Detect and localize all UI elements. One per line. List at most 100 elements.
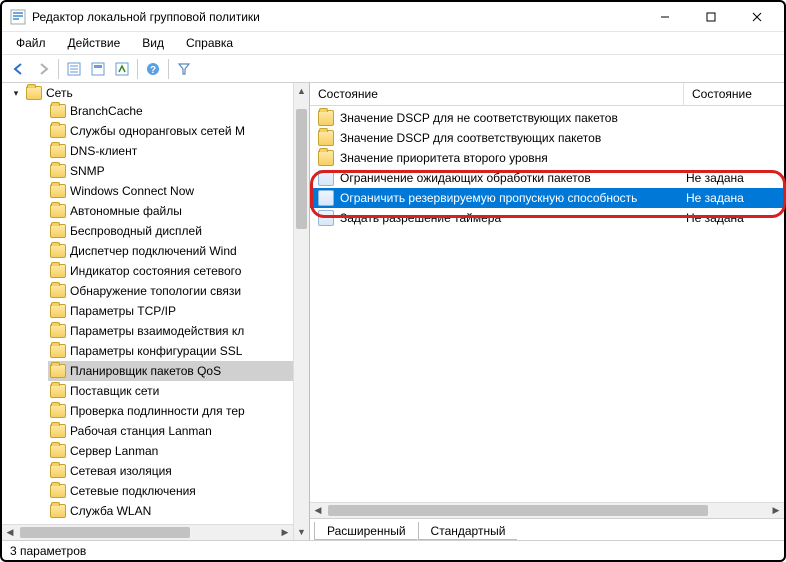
toolbar-properties-icon[interactable] <box>87 58 109 80</box>
list-row[interactable]: Значение DSCP для не соответствующих пак… <box>310 108 784 128</box>
tree-item-label: Поставщик сети <box>70 382 159 400</box>
scroll-right-icon[interactable]: ▶ <box>768 503 784 518</box>
tree-item-label: Служба WLAN <box>70 502 151 520</box>
close-button[interactable] <box>734 2 780 32</box>
folder-icon <box>50 284 66 298</box>
tree-item[interactable]: Сетевые подключения <box>48 481 309 501</box>
tree-item[interactable]: SNMP <box>48 161 309 181</box>
tree-item-label: DNS-клиент <box>70 142 137 160</box>
tree-item[interactable]: ▸Службы одноранговых сетей М <box>48 121 309 141</box>
tree-item[interactable]: Беспроводный дисплей <box>48 221 309 241</box>
minimize-button[interactable] <box>642 2 688 32</box>
tree-item[interactable]: Сервер Lanman <box>48 441 309 461</box>
menu-action[interactable]: Действие <box>60 34 129 52</box>
column-state[interactable]: Состояние <box>684 83 784 105</box>
tree-root[interactable]: ▾Сеть <box>26 85 309 101</box>
list-row-label: Значение приоритета второго уровня <box>340 151 686 165</box>
tree-item-label: Параметры взаимодействия кл <box>70 322 244 340</box>
menu-view[interactable]: Вид <box>134 34 172 52</box>
tree-item[interactable]: Сетевая изоляция <box>48 461 309 481</box>
list-row[interactable]: Значение приоритета второго уровня <box>310 148 784 168</box>
list-header: Состояние Состояние <box>310 83 784 106</box>
list-row-label: Значение DSCP для не соответствующих пак… <box>340 111 686 125</box>
titlebar: Редактор локальной групповой политики <box>2 2 784 32</box>
list-pane: Состояние Состояние Значение DSCP для не… <box>310 83 784 540</box>
column-name[interactable]: Состояние <box>310 83 684 105</box>
tree-item-label: Диспетчер подключений Wind <box>70 242 237 260</box>
tree-item[interactable]: Обнаружение топологии связи <box>48 281 309 301</box>
tree-item-label: SNMP <box>70 162 105 180</box>
folder-icon <box>50 504 66 518</box>
maximize-button[interactable] <box>688 2 734 32</box>
tree-item-label: Рабочая станция Lanman <box>70 422 212 440</box>
policy-icon <box>318 190 334 206</box>
tree-item[interactable]: Параметры взаимодействия кл <box>48 321 309 341</box>
tree-item[interactable]: Параметры конфигурации SSL <box>48 341 309 361</box>
toolbar-filter-icon[interactable] <box>173 58 195 80</box>
list-row-label: Ограничение ожидающих обработки пакетов <box>340 171 686 185</box>
toolbar-help-icon[interactable]: ? <box>142 58 164 80</box>
menu-file[interactable]: Файл <box>8 34 54 52</box>
tree-item[interactable]: Поставщик сети <box>48 381 309 401</box>
tree-vscroll-thumb[interactable] <box>296 109 307 229</box>
tree-item-label: Планировщик пакетов QoS <box>70 362 221 380</box>
tree-hscroll[interactable]: ◀ ▶ <box>2 524 293 540</box>
toolbar-export-icon[interactable] <box>111 58 133 80</box>
tree-item[interactable]: Windows Connect Now <box>48 181 309 201</box>
tree-hscroll-thumb[interactable] <box>20 527 190 538</box>
list-hscroll[interactable]: ◀ ▶ <box>310 502 784 518</box>
list-row[interactable]: Ограничение ожидающих обработки пакетовН… <box>310 168 784 188</box>
tree-item[interactable]: ▸Служба WLAN <box>48 501 309 521</box>
tree-item-label: Параметры TCP/IP <box>70 302 176 320</box>
tab-standard[interactable]: Стандартный <box>418 522 518 540</box>
list-row-state: Не задана <box>686 171 778 185</box>
scroll-left-icon[interactable]: ◀ <box>310 503 326 518</box>
folder-icon <box>50 404 66 418</box>
content-area: ▾СетьBranchCache▸Службы одноранговых сет… <box>2 83 784 540</box>
tree-item[interactable]: Диспетчер подключений Wind <box>48 241 309 261</box>
folder-icon <box>318 110 334 126</box>
tree-item[interactable]: DNS-клиент <box>48 141 309 161</box>
folder-icon <box>26 86 42 100</box>
tree-item[interactable]: Индикатор состояния сетевого <box>48 261 309 281</box>
tree-item[interactable]: Рабочая станция Lanman <box>48 421 309 441</box>
folder-icon <box>50 124 66 138</box>
tree-item-label: BranchCache <box>70 102 143 120</box>
toolbar-list-icon[interactable] <box>63 58 85 80</box>
svg-text:?: ? <box>150 65 156 76</box>
tree-item[interactable]: ▸Параметры TCP/IP <box>48 301 309 321</box>
tree-vscroll[interactable]: ▲ ▼ <box>293 83 309 540</box>
list-row-state: Не задана <box>686 211 778 225</box>
tree-item-label: Службы одноранговых сетей М <box>70 122 245 140</box>
tree-item-label: Обнаружение топологии связи <box>70 282 241 300</box>
chevron-down-icon[interactable]: ▾ <box>10 87 22 99</box>
list-hscroll-thumb[interactable] <box>328 505 708 516</box>
tree-pane: ▾СетьBranchCache▸Службы одноранговых сет… <box>2 83 310 540</box>
forward-button[interactable] <box>32 58 54 80</box>
folder-icon <box>50 184 66 198</box>
tree-item[interactable]: Планировщик пакетов QoS <box>48 361 309 381</box>
tree-item-label: Индикатор состояния сетевого <box>70 262 241 280</box>
tree-item-label: Автономные файлы <box>70 202 182 220</box>
scroll-left-icon[interactable]: ◀ <box>2 525 18 540</box>
list-row-state: Не задана <box>686 191 778 205</box>
scroll-up-icon[interactable]: ▲ <box>294 83 309 99</box>
list-row[interactable]: Ограничить резервируемую пропускную спос… <box>310 188 784 208</box>
tree-item[interactable]: Автономные файлы <box>48 201 309 221</box>
tree-item-label: Беспроводный дисплей <box>70 222 202 240</box>
list-row[interactable]: Значение DSCP для соответствующих пакето… <box>310 128 784 148</box>
tree-item-label: Windows Connect Now <box>70 182 194 200</box>
tab-extended[interactable]: Расширенный <box>314 522 418 540</box>
scroll-down-icon[interactable]: ▼ <box>294 524 309 540</box>
list-row[interactable]: Задать разрешение таймераНе задана <box>310 208 784 228</box>
folder-icon <box>50 204 66 218</box>
tree-item[interactable]: Проверка подлинности для тер <box>48 401 309 421</box>
menu-help[interactable]: Справка <box>178 34 241 52</box>
tree-item-label: Параметры конфигурации SSL <box>70 342 242 360</box>
scroll-right-icon[interactable]: ▶ <box>277 525 293 540</box>
folder-icon <box>50 144 66 158</box>
tree-item[interactable]: BranchCache <box>48 101 309 121</box>
back-button[interactable] <box>8 58 30 80</box>
folder-icon <box>50 464 66 478</box>
policy-icon <box>318 170 334 186</box>
